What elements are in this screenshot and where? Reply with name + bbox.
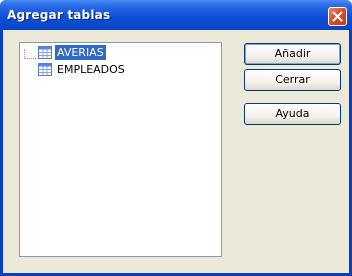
dialog-body: AVERIAS EMPLEADOS Añadir Cerrar Ayuda — [3, 30, 349, 273]
add-tables-dialog: Agregar tablas AVERIAS EMPLEADOS Añadir … — [0, 0, 352, 276]
table-icon — [38, 46, 52, 59]
table-name: AVERIAS — [55, 45, 106, 60]
add-button[interactable]: Añadir — [244, 43, 341, 65]
add-button-label: Añadir — [274, 47, 311, 60]
help-button[interactable]: Ayuda — [244, 103, 341, 125]
help-button-label: Ayuda — [275, 107, 310, 120]
title-bar[interactable]: Agregar tablas — [0, 0, 352, 30]
list-item-empleados[interactable]: EMPLEADOS — [20, 62, 220, 78]
table-name: EMPLEADOS — [57, 63, 125, 76]
table-icon — [38, 63, 52, 76]
close-dialog-button[interactable]: Cerrar — [244, 69, 341, 91]
close-button-label: Cerrar — [275, 73, 310, 86]
tables-list[interactable]: AVERIAS EMPLEADOS — [19, 42, 222, 257]
list-item-averias[interactable]: AVERIAS — [20, 45, 220, 61]
close-icon — [332, 11, 343, 22]
tree-connector — [24, 49, 36, 59]
close-button[interactable] — [328, 7, 347, 26]
dialog-title: Agregar tablas — [7, 8, 111, 22]
